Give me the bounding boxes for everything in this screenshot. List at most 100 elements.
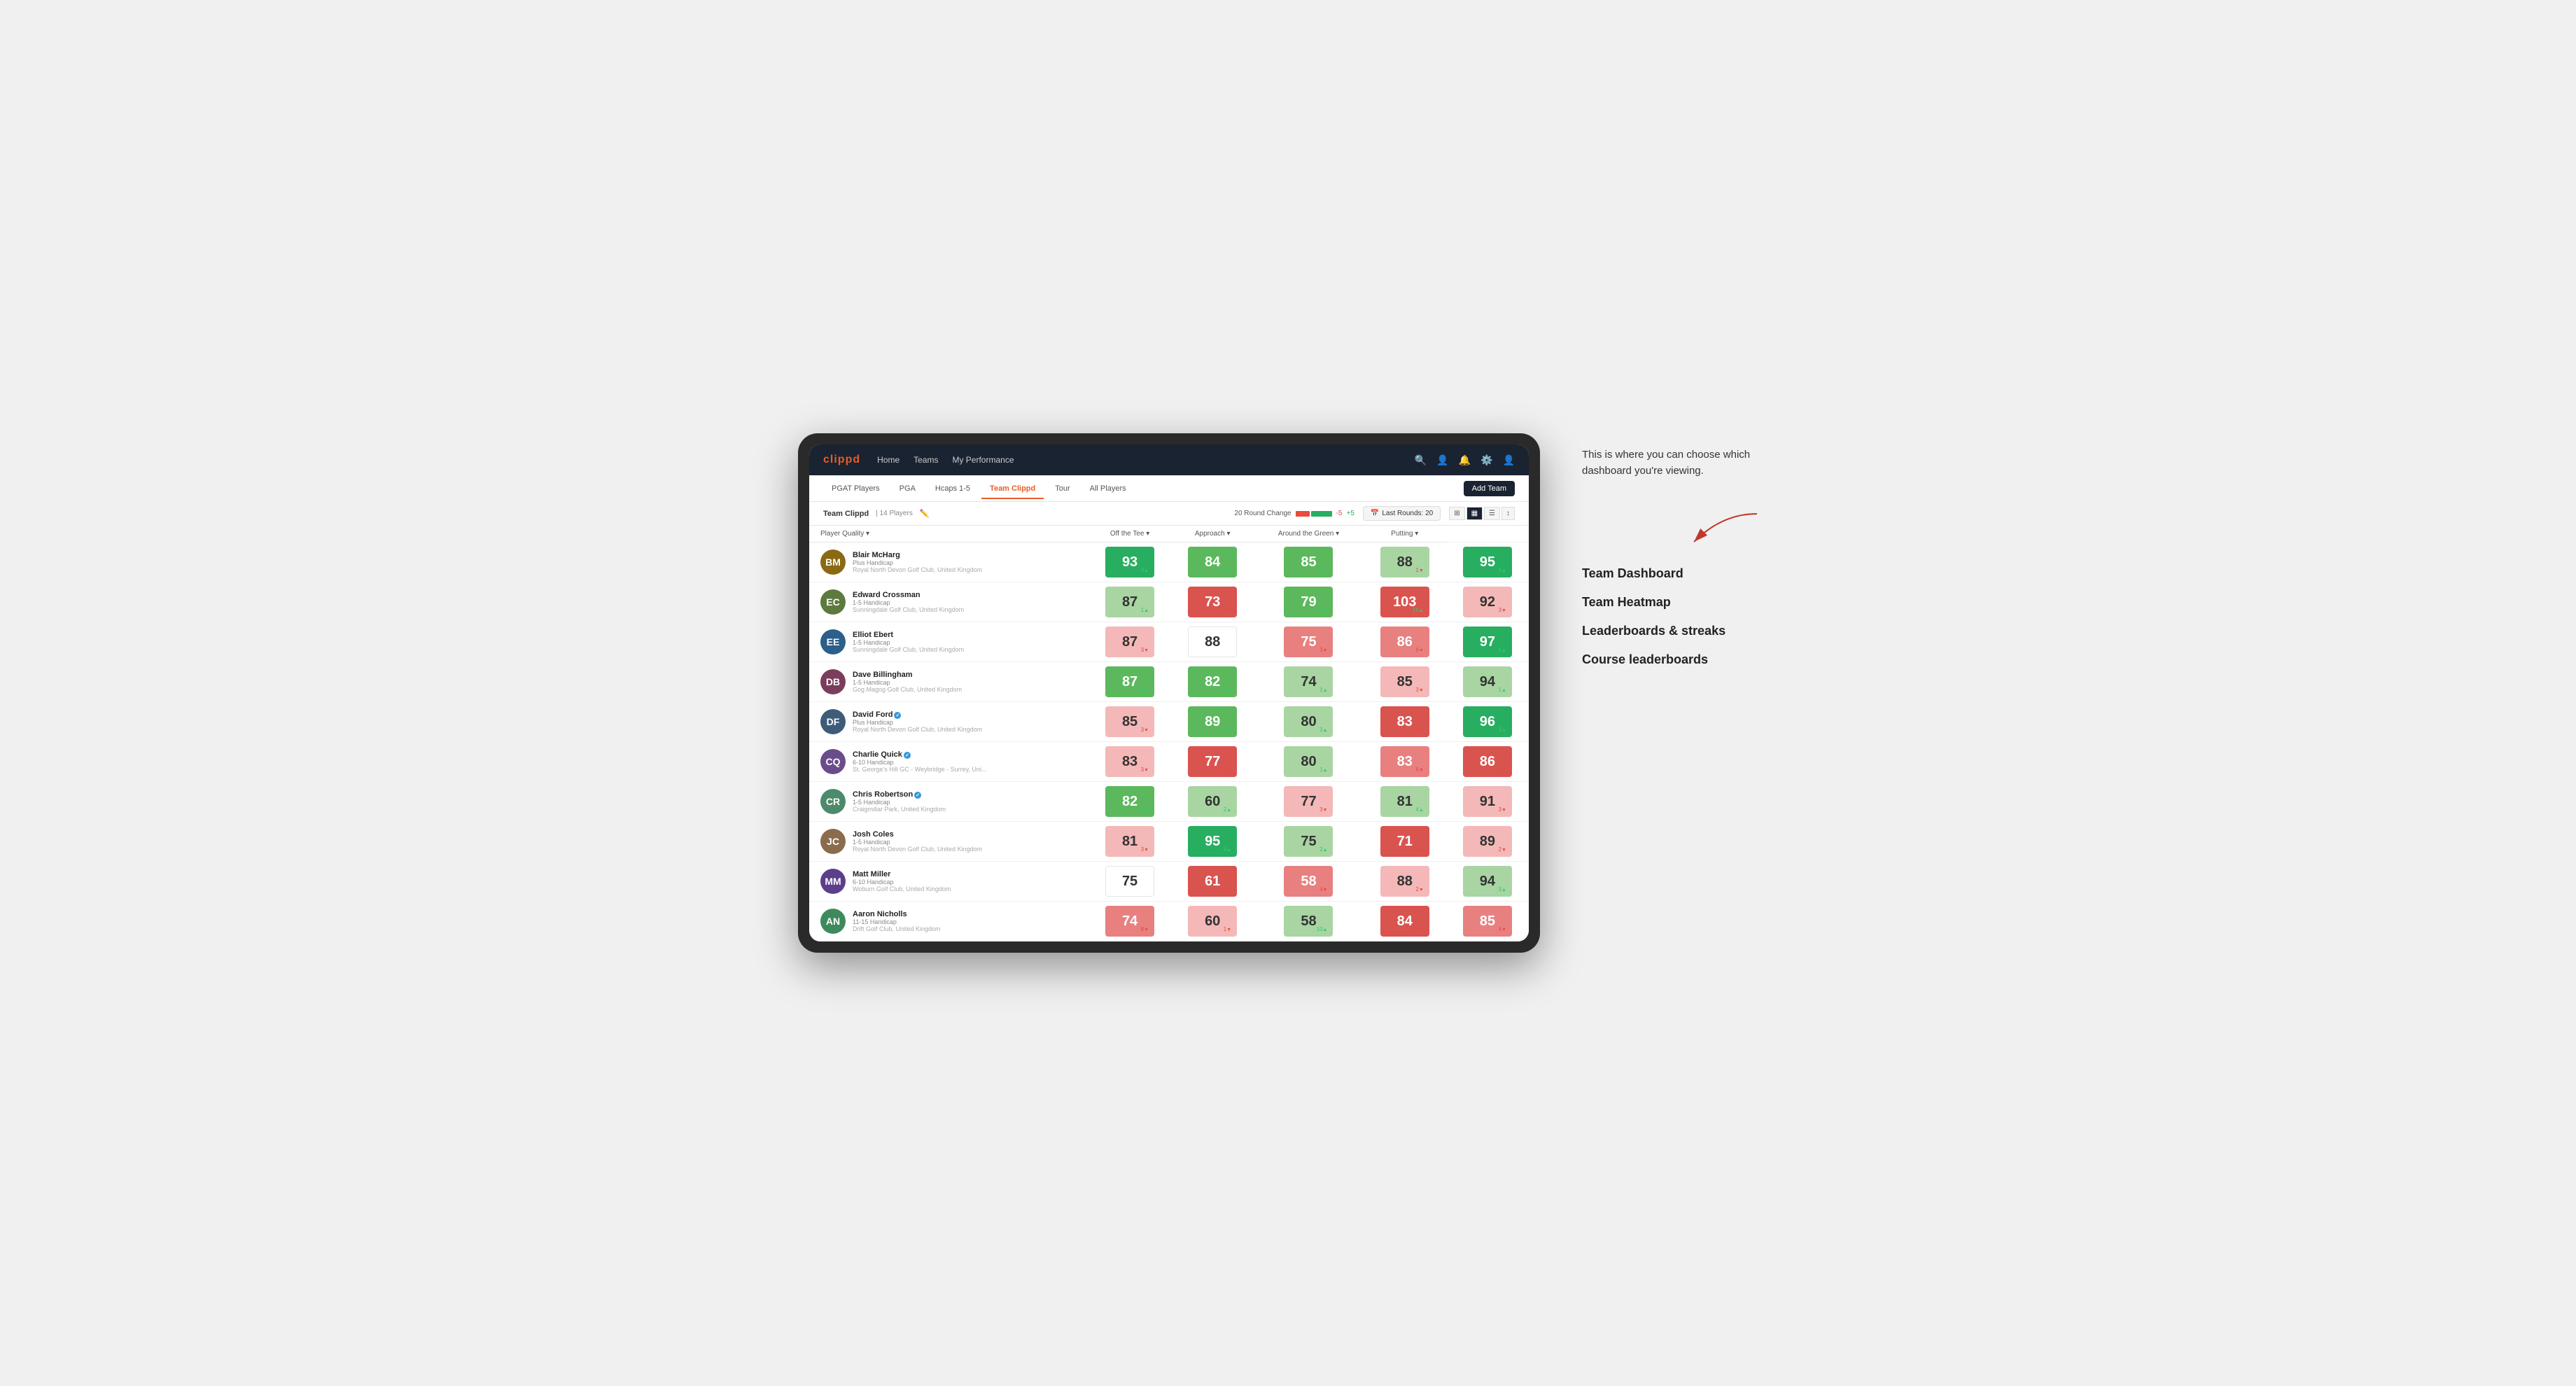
player-handicap: 1-5 Handicap xyxy=(853,679,1082,686)
player-club: Gog Magog Golf Club, United Kingdom xyxy=(853,686,1082,693)
player-handicap: 6-10 Handicap xyxy=(853,759,1082,766)
player-info: Blair McHargPlus HandicapRoyal North Dev… xyxy=(853,551,1082,573)
score-value: 79 xyxy=(1301,594,1316,610)
score-value: 89 xyxy=(1480,834,1495,850)
score-change: 1 xyxy=(1320,766,1327,773)
score-change: 3 xyxy=(1141,806,1149,813)
score-cell-3-2: 741 xyxy=(1254,662,1363,702)
change-bar xyxy=(1296,511,1332,517)
score-value: 84 xyxy=(1397,913,1413,930)
tab-tour[interactable]: Tour xyxy=(1046,479,1078,498)
score-cell-7-2: 752 xyxy=(1254,822,1363,862)
verified-icon: ✓ xyxy=(904,752,911,759)
score-cell-2-3: 866 xyxy=(1364,622,1446,662)
tab-pga[interactable]: PGA xyxy=(891,479,924,498)
score-change: 3 xyxy=(1499,727,1506,733)
player-cell-9[interactable]: ANAaron Nicholls11-15 HandicapDrift Golf… xyxy=(809,902,1088,941)
table-row: CRChris Robertson✓1-5 HandicapCraigmilla… xyxy=(809,782,1529,822)
verified-icon: ✓ xyxy=(894,712,901,719)
nav-teams[interactable]: Teams xyxy=(913,452,938,468)
player-handicap: Plus Handicap xyxy=(853,719,1082,726)
score-value: 81 xyxy=(1122,834,1138,850)
settings-icon[interactable]: ⚙️ xyxy=(1480,454,1492,466)
player-avatar: DB xyxy=(820,669,846,694)
round-change-label: 20 Round Change xyxy=(1234,510,1291,517)
view-grid-button[interactable]: ⊞ xyxy=(1449,507,1464,520)
player-name: Aaron Nicholls xyxy=(853,910,1082,918)
tab-all-players[interactable]: All Players xyxy=(1082,479,1135,498)
player-cell-2[interactable]: EEElliot Ebert1-5 HandicapSunningdale Go… xyxy=(809,622,1088,662)
score-value: 75 xyxy=(1301,634,1316,650)
player-cell-5[interactable]: CQCharlie Quick✓6-10 HandicapSt. George'… xyxy=(809,742,1088,782)
player-info: Dave Billingham1-5 HandicapGog Magog Gol… xyxy=(853,671,1082,693)
score-value: 85 xyxy=(1122,714,1138,730)
score-value: 92 xyxy=(1480,594,1495,610)
score-value: 58 xyxy=(1301,913,1316,930)
score-value: 85 xyxy=(1301,554,1316,570)
person-icon[interactable]: 👤 xyxy=(1436,454,1448,466)
search-icon[interactable]: 🔍 xyxy=(1415,454,1427,466)
player-info: Josh Coles1-5 HandicapRoyal North Devon … xyxy=(853,830,1082,853)
score-cell-2-0: 873 xyxy=(1088,622,1171,662)
score-cell-5-4: 868 xyxy=(1446,742,1529,782)
score-cell-6-0: 823 xyxy=(1088,782,1171,822)
score-cell-1-3: 10315 xyxy=(1364,582,1446,622)
score-cell-6-2: 773 xyxy=(1254,782,1363,822)
score-cell-7-3: 7111 xyxy=(1364,822,1446,862)
score-change: 2 xyxy=(1320,846,1327,853)
score-value: 82 xyxy=(1122,794,1138,810)
player-name: David Ford✓ xyxy=(853,710,1082,719)
score-cell-7-1: 958 xyxy=(1171,822,1254,862)
player-cell-1[interactable]: ECEdward Crossman1-5 HandicapSunningdale… xyxy=(809,582,1088,622)
dashboard-options: Team Dashboard Team Heatmap Leaderboards… xyxy=(1582,566,1778,667)
score-change: 3 xyxy=(1499,886,1506,892)
tab-hcaps[interactable]: Hcaps 1-5 xyxy=(927,479,979,498)
add-team-button[interactable]: Add Team xyxy=(1464,481,1515,496)
player-handicap: Plus Handicap xyxy=(853,559,1082,566)
nav-my-performance[interactable]: My Performance xyxy=(952,452,1014,468)
score-value: 83 xyxy=(1397,714,1413,730)
score-change: 4 xyxy=(1499,926,1506,932)
view-list-button[interactable]: ☰ xyxy=(1484,507,1500,520)
player-cell-3[interactable]: DB Dave Billingham1-5 HandicapGog Magog G… xyxy=(809,662,1088,702)
score-cell-5-0: 833 xyxy=(1088,742,1171,782)
view-sort-button[interactable]: ↕ xyxy=(1502,507,1515,520)
score-cell-5-3: 836 xyxy=(1364,742,1446,782)
col-player-quality[interactable]: Player Quality ▾ xyxy=(809,526,1088,542)
score-cell-7-4: 892 xyxy=(1446,822,1529,862)
col-putting[interactable]: Putting ▾ xyxy=(1364,526,1446,542)
team-name: Team Clippd xyxy=(823,510,869,518)
col-around-green[interactable]: Around the Green ▾ xyxy=(1254,526,1363,542)
player-info: Charlie Quick✓6-10 HandicapSt. George's … xyxy=(853,750,1082,773)
score-change: 10 xyxy=(1317,926,1328,932)
score-value: 86 xyxy=(1480,754,1495,770)
score-cell-0-4: 959 xyxy=(1446,542,1529,582)
nav-icons: 🔍 👤 🔔 ⚙️ 👤 xyxy=(1415,454,1515,466)
view-table-button[interactable]: ▦ xyxy=(1466,507,1483,520)
player-club: Royal North Devon Golf Club, United King… xyxy=(853,566,1082,573)
user-avatar[interactable]: 👤 xyxy=(1503,454,1515,466)
bell-icon[interactable]: 🔔 xyxy=(1459,454,1471,466)
player-cell-8[interactable]: MMMatt Miller6-10 HandicapWoburn Golf Cl… xyxy=(809,862,1088,902)
edit-icon[interactable]: ✏️ xyxy=(920,509,930,518)
tab-pgat-players[interactable]: PGAT Players xyxy=(823,479,888,498)
tab-bar-right: Add Team xyxy=(1464,481,1515,496)
player-avatar: JC xyxy=(820,829,846,854)
score-cell-1-4: 923 xyxy=(1446,582,1529,622)
player-avatar: EE xyxy=(820,629,846,654)
player-cell-7[interactable]: JC Josh Coles1-5 HandicapRoyal North Devo… xyxy=(809,822,1088,862)
player-cell-6[interactable]: CRChris Robertson✓1-5 HandicapCraigmilla… xyxy=(809,782,1088,822)
score-value: 86 xyxy=(1397,634,1413,650)
last-rounds-button[interactable]: 📅 Last Rounds: 20 xyxy=(1363,506,1441,521)
col-approach[interactable]: Approach ▾ xyxy=(1171,526,1254,542)
player-cell-0[interactable]: BMBlair McHargPlus HandicapRoyal North D… xyxy=(809,542,1088,582)
tab-team-clippd[interactable]: Team Clippd xyxy=(981,479,1044,498)
nav-home[interactable]: Home xyxy=(877,452,899,468)
score-value: 83 xyxy=(1122,754,1138,770)
score-value: 83 xyxy=(1397,754,1413,770)
table-row: JC Josh Coles1-5 HandicapRoyal North Devo… xyxy=(809,822,1529,862)
player-cell-4[interactable]: DFDavid Ford✓Plus HandicapRoyal North De… xyxy=(809,702,1088,742)
score-cell-3-0: 874 xyxy=(1088,662,1171,702)
col-off-tee[interactable]: Off the Tee ▾ xyxy=(1088,526,1171,542)
score-cell-5-2: 801 xyxy=(1254,742,1363,782)
